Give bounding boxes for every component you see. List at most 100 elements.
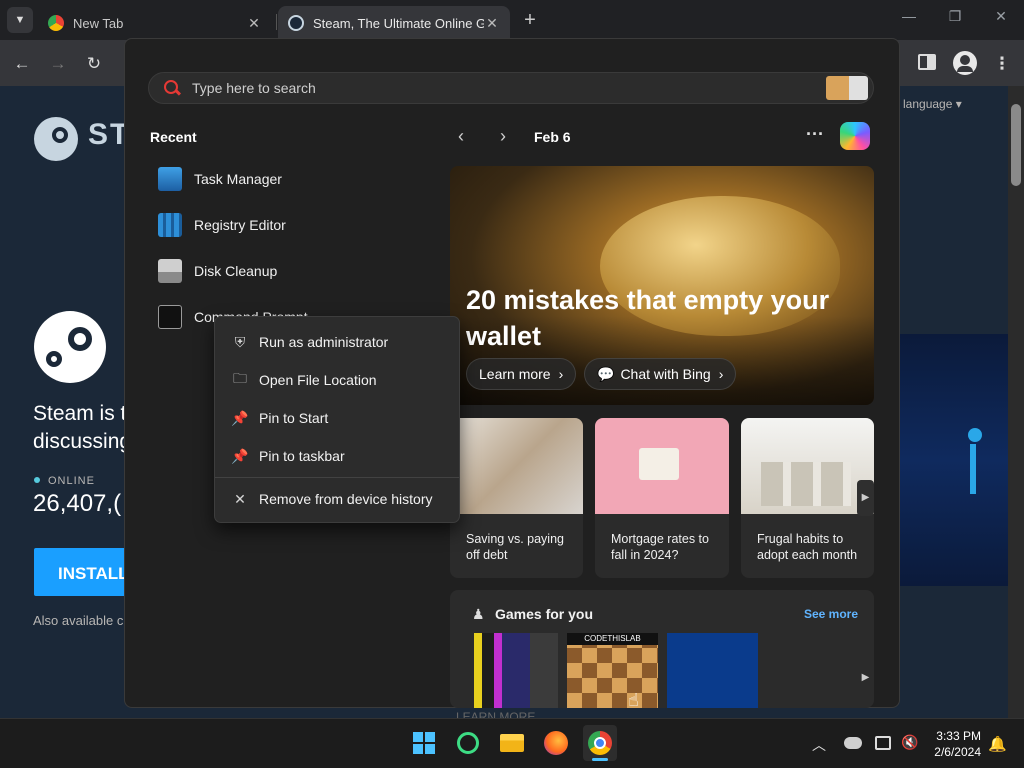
window-close-icon[interactable]: ✕ xyxy=(987,8,1015,32)
prev-date-chevron-left-icon[interactable]: ‹ xyxy=(458,126,464,147)
menu-item-label: Pin to Start xyxy=(259,410,329,426)
steam-logo-large-icon xyxy=(34,311,106,383)
news-scroll-right-icon[interactable]: ▶ xyxy=(857,480,874,516)
pin-icon: 📌 xyxy=(231,447,249,464)
game-tile-chess[interactable]: CODETHISLAB xyxy=(567,633,658,708)
restore-icon[interactable]: ❐ xyxy=(941,8,969,32)
search-app-icon[interactable] xyxy=(451,725,485,761)
language-selector[interactable]: language ▾ xyxy=(903,97,962,111)
language-label: language xyxy=(903,97,953,111)
close-icon: ✕ xyxy=(234,490,246,507)
minimize-icon[interactable]: — xyxy=(895,8,923,32)
game-tile-3[interactable] xyxy=(667,633,758,708)
online-label: ONLINE xyxy=(48,475,95,487)
search-highlight-icon[interactable] xyxy=(826,76,868,100)
menu-item-pin-to-start[interactable]: 📌 Pin to Start xyxy=(214,399,460,437)
learn-more-partial: LEARN MORE xyxy=(456,710,536,718)
clock-time[interactable]: 3:33 PM xyxy=(931,729,981,743)
steam-tagline-line2: discussing xyxy=(33,430,132,453)
search-icon xyxy=(164,80,182,96)
disk-cleanup-icon xyxy=(158,259,182,283)
network-icon[interactable] xyxy=(875,736,891,750)
registry-editor-icon xyxy=(158,213,182,237)
news-image-calculator xyxy=(450,418,583,514)
next-date-chevron-right-icon[interactable]: › xyxy=(500,126,506,147)
game-badge: CODETHISLAB xyxy=(567,633,658,645)
menu-item-label: Remove from device history xyxy=(259,491,433,507)
recent-heading: Recent xyxy=(150,129,197,145)
steam-game-art xyxy=(900,334,1008,586)
recent-item-label: Task Manager xyxy=(194,171,282,187)
onedrive-icon[interactable] xyxy=(844,737,862,749)
menu-item-label: Run as administrator xyxy=(259,334,389,350)
recent-item-label: Disk Cleanup xyxy=(194,263,278,279)
search-placeholder: Type here to search xyxy=(192,80,316,96)
news-title: Saving vs. paying off debt xyxy=(466,532,564,562)
firefox-icon[interactable] xyxy=(539,725,573,761)
back-arrow-icon[interactable]: ← xyxy=(10,52,34,76)
tab-search-chevron-down-icon[interactable]: ▼ xyxy=(7,7,33,33)
profile-icon[interactable] xyxy=(953,51,977,75)
chat-bubble-icon: 💬 xyxy=(597,365,615,382)
chat-with-bing-button[interactable]: 💬 Chat with Bing › xyxy=(584,358,737,390)
file-explorer-icon[interactable] xyxy=(495,725,529,761)
notification-bell-icon[interactable]: 🔔 xyxy=(988,735,1007,753)
menu-item-run-as-admin[interactable]: ⛨ Run as administrator xyxy=(214,323,460,361)
widgets-more-icon[interactable]: ··· xyxy=(806,124,824,145)
menu-item-open-file-location[interactable]: 🗀 Open File Location xyxy=(214,361,460,399)
forward-arrow-icon[interactable]: → xyxy=(46,52,70,76)
shield-icon: ⛨ xyxy=(234,333,246,350)
menu-item-label: Pin to taskbar xyxy=(259,448,345,464)
pin-icon: 📌 xyxy=(231,409,249,426)
recent-item-label: Registry Editor xyxy=(194,217,286,233)
command-prompt-icon xyxy=(158,305,182,329)
tab-title: Steam, The Ultimate Online Gar xyxy=(313,15,484,31)
volume-muted-icon[interactable]: 🔇 xyxy=(901,734,918,751)
menu-item-remove-from-history[interactable]: ✕ Remove from device history xyxy=(214,480,460,518)
folder-icon: 🗀 xyxy=(233,370,247,386)
menu-item-label: Open File Location xyxy=(259,372,377,388)
recent-item-registry-editor[interactable]: Registry Editor xyxy=(158,208,286,242)
new-tab-plus-icon[interactable]: + xyxy=(518,9,542,33)
menu-item-pin-to-taskbar[interactable]: 📌 Pin to taskbar xyxy=(214,437,460,475)
news-title: Frugal habits to adopt each month xyxy=(757,532,858,562)
menu-divider xyxy=(215,477,459,478)
see-more-link[interactable]: See more xyxy=(804,607,858,621)
windows-start-icon[interactable] xyxy=(407,725,441,761)
install-label: INSTALL xyxy=(58,564,129,583)
tab-steam[interactable]: Steam, The Ultimate Online Gar ✕ xyxy=(278,6,510,40)
games-icon: ♟ xyxy=(472,606,485,622)
steam-favicon-icon xyxy=(288,15,304,31)
tab-divider xyxy=(276,14,277,30)
reload-icon[interactable]: ↻ xyxy=(82,52,106,76)
close-tab-icon[interactable]: ✕ xyxy=(484,15,500,32)
clock-date[interactable]: 2/6/2024 xyxy=(925,745,981,759)
chevron-right-icon: › xyxy=(718,366,724,382)
steam-logo-icon xyxy=(34,117,78,161)
task-manager-icon xyxy=(158,167,182,191)
news-card-mortgage[interactable]: Mortgage rates to fall in 2024? xyxy=(595,418,729,578)
news-card-saving[interactable]: Saving vs. paying off debt xyxy=(450,418,583,578)
chat-with-bing-label: Chat with Bing xyxy=(620,366,711,382)
chrome-icon xyxy=(48,15,64,31)
tab-title: New Tab xyxy=(73,15,124,31)
side-panel-icon[interactable] xyxy=(918,54,936,70)
chevron-up-icon[interactable]: ︿ xyxy=(812,735,826,755)
copilot-icon[interactable] xyxy=(840,122,870,150)
recent-item-disk-cleanup[interactable]: Disk Cleanup xyxy=(158,254,277,288)
chrome-icon[interactable] xyxy=(583,725,617,761)
tab-new-tab[interactable]: New Tab ✕ xyxy=(38,6,272,40)
recent-item-task-manager[interactable]: Task Manager xyxy=(158,162,282,196)
news-image-coins xyxy=(741,418,874,514)
games-scroll-right-icon[interactable]: ▶ xyxy=(857,664,874,692)
game-tile-1[interactable] xyxy=(474,633,558,708)
online-count: 26,407,( xyxy=(33,490,122,517)
close-tab-icon[interactable]: ✕ xyxy=(246,15,262,32)
news-card-frugal[interactable]: Frugal habits to adopt each month xyxy=(741,418,874,578)
kebab-menu-icon[interactable]: ⋮ xyxy=(990,52,1014,76)
learn-more-button[interactable]: Learn more › xyxy=(466,358,577,390)
hero-title[interactable]: 20 mistakes that empty your wallet xyxy=(466,282,856,354)
also-available-text: Also available c xyxy=(33,613,124,628)
learn-more-label: Learn more xyxy=(479,366,551,382)
page-scrollbar-thumb[interactable] xyxy=(1011,104,1021,186)
